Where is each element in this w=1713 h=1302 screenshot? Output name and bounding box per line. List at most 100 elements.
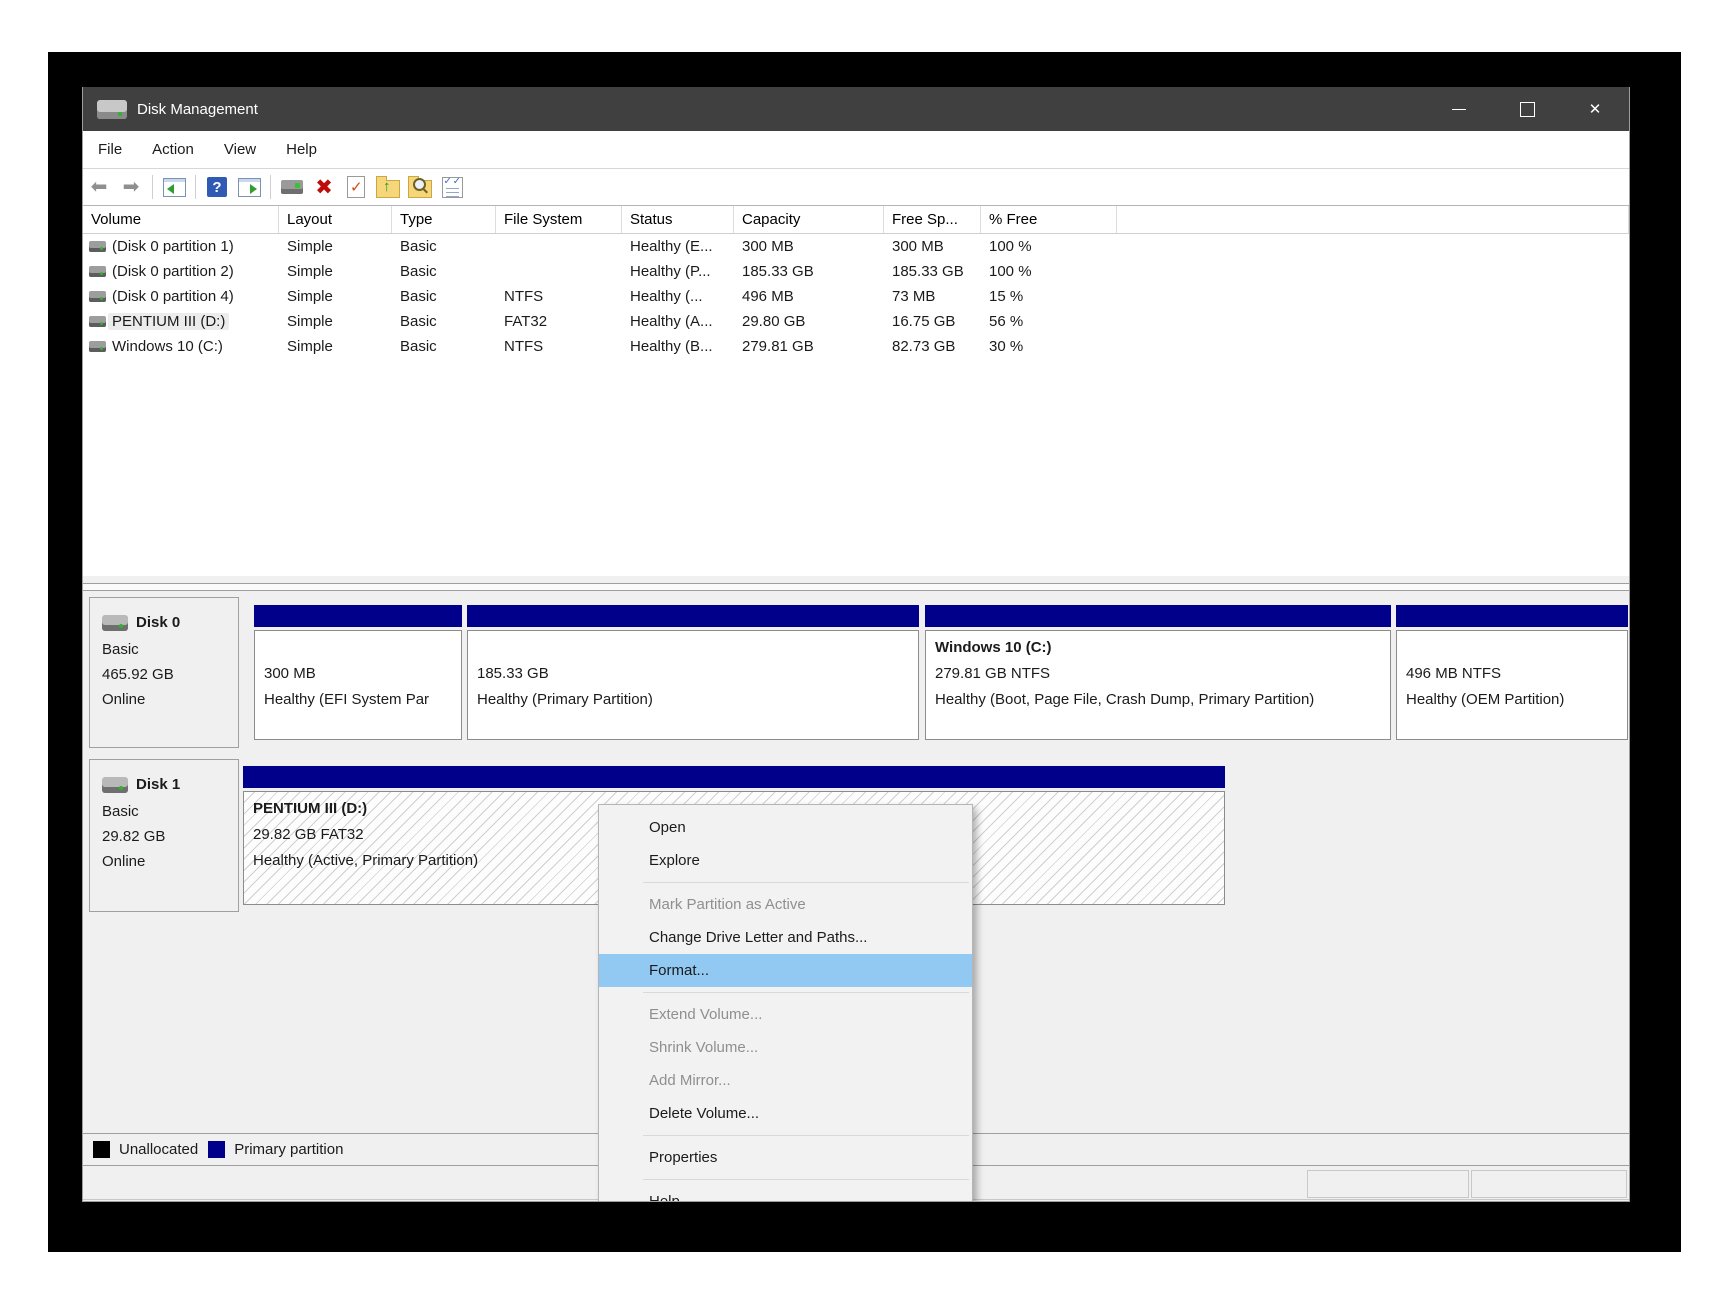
cell-file-system: FAT32 [496, 309, 622, 334]
context-menu-item-add-mirror: Add Mirror... [599, 1064, 972, 1097]
disk-size: 465.92 GB [102, 662, 238, 687]
cell-pct-free: 56 % [981, 309, 1117, 334]
partition-color-bar [467, 605, 919, 627]
show-action-pane-icon[interactable] [233, 172, 265, 202]
cell-file-system: NTFS [496, 284, 622, 309]
context-menu-item-help[interactable]: Help [599, 1185, 972, 1202]
cell-status: Healthy (P... [622, 259, 734, 284]
title-bar[interactable]: Disk Management ✕ [83, 87, 1629, 131]
verify-document-icon[interactable] [340, 172, 372, 202]
partition-windows-c[interactable]: Windows 10 (C:) 279.81 GB NTFS Healthy (… [925, 605, 1391, 740]
disk-management-app-icon [97, 100, 127, 119]
volume-icon [89, 241, 106, 252]
context-menu-item-change-drive-letter[interactable]: Change Drive Letter and Paths... [599, 921, 972, 954]
pane-splitter[interactable] [83, 583, 1629, 591]
menu-file[interactable]: File [83, 131, 137, 168]
context-menu-item-properties[interactable]: Properties [599, 1141, 972, 1174]
remote-computer-icon[interactable] [276, 172, 308, 202]
close-button[interactable]: ✕ [1561, 87, 1629, 131]
disk-kind: Basic [102, 637, 238, 662]
cell-status: Healthy (... [622, 284, 734, 309]
volume-icon [89, 316, 106, 327]
context-menu-item-format[interactable]: Format... [599, 954, 972, 987]
menu-action[interactable]: Action [137, 131, 209, 168]
cell-capacity: 29.80 GB [734, 309, 884, 334]
partition-color-bar [254, 605, 462, 627]
legend-label: Unallocated [119, 1141, 198, 1158]
maximize-button[interactable] [1493, 87, 1561, 131]
cell-free-space: 73 MB [884, 284, 981, 309]
column-header-type[interactable]: Type [392, 206, 496, 233]
cell-type: Basic [392, 259, 496, 284]
unallocated-swatch [93, 1141, 110, 1158]
column-header-pct-free[interactable]: % Free [981, 206, 1117, 233]
column-header-volume[interactable]: Volume [83, 206, 279, 233]
context-menu-separator [643, 1179, 969, 1180]
partition-recovery[interactable]: 185.33 GB Healthy (Primary Partition) [467, 605, 919, 740]
cell-pct-free: 30 % [981, 334, 1117, 359]
context-menu-item-delete-volume[interactable]: Delete Volume... [599, 1097, 972, 1130]
cell-layout: Simple [279, 309, 392, 334]
partition-oem[interactable]: 496 MB NTFS Healthy (OEM Partition) [1396, 605, 1628, 740]
context-menu-item-open[interactable]: Open [599, 811, 972, 844]
table-row-selected[interactable]: PENTIUM III (D:) Simple Basic FAT32 Heal… [83, 309, 1629, 334]
partition-title [264, 635, 452, 661]
cell-layout: Simple [279, 259, 392, 284]
back-arrow-icon[interactable]: ⬅ [83, 172, 115, 202]
partition-efi[interactable]: 300 MB Healthy (EFI System Par [254, 605, 462, 740]
cell-layout: Simple [279, 234, 392, 259]
toolbar: ⬅ ➡ ? ✖ ↑ [83, 168, 1629, 205]
partition-color-bar [925, 605, 1391, 627]
context-menu-item-explore[interactable]: Explore [599, 844, 972, 877]
table-row[interactable]: Windows 10 (C:) Simple Basic NTFS Health… [83, 334, 1629, 359]
cell-pct-free: 100 % [981, 234, 1117, 259]
menu-help[interactable]: Help [271, 131, 332, 168]
table-row[interactable]: (Disk 0 partition 4) Simple Basic NTFS H… [83, 284, 1629, 309]
cell-type: Basic [392, 334, 496, 359]
table-row[interactable]: (Disk 0 partition 1) Simple Basic Health… [83, 234, 1629, 259]
volume-list: Volume Layout Type File System Status Ca… [83, 205, 1629, 576]
cell-type: Basic [392, 284, 496, 309]
column-header-empty [1117, 206, 1629, 233]
disk0-label-panel[interactable]: Disk 0 Basic 465.92 GB Online [89, 597, 239, 748]
menu-view[interactable]: View [209, 131, 271, 168]
column-header-status[interactable]: Status [622, 206, 734, 233]
partition-health: Healthy (OEM Partition) [1406, 687, 1618, 713]
partition-title: Windows 10 (C:) [935, 635, 1381, 661]
volume-list-header: Volume Layout Type File System Status Ca… [83, 206, 1629, 234]
cell-file-system [496, 234, 622, 259]
minimize-button[interactable] [1425, 87, 1493, 131]
help-icon[interactable]: ? [201, 172, 233, 202]
volume-icon [89, 266, 106, 277]
table-row[interactable]: (Disk 0 partition 2) Simple Basic Health… [83, 259, 1629, 284]
column-header-file-system[interactable]: File System [496, 206, 622, 233]
forward-arrow-icon[interactable]: ➡ [115, 172, 147, 202]
cell-capacity: 300 MB [734, 234, 884, 259]
explore-folder-icon[interactable] [404, 172, 436, 202]
cell-free-space: 300 MB [884, 234, 981, 259]
window-title: Disk Management [137, 101, 258, 118]
properties-list-icon[interactable] [436, 172, 468, 202]
open-folder-icon[interactable]: ↑ [372, 172, 404, 202]
delete-volume-icon[interactable]: ✖ [308, 172, 340, 202]
show-console-tree-icon[interactable] [158, 172, 190, 202]
context-menu-separator [643, 882, 969, 883]
column-header-free-space[interactable]: Free Sp... [884, 206, 981, 233]
disk1-label-panel[interactable]: Disk 1 Basic 29.82 GB Online [89, 759, 239, 912]
cell-pct-free: 100 % [981, 259, 1117, 284]
cell-status: Healthy (B... [622, 334, 734, 359]
context-menu-item-shrink-volume: Shrink Volume... [599, 1031, 972, 1064]
cell-type: Basic [392, 309, 496, 334]
column-header-layout[interactable]: Layout [279, 206, 392, 233]
volume-name: Windows 10 (C:) [112, 338, 223, 355]
context-menu-item-mark-partition-active: Mark Partition as Active [599, 888, 972, 921]
toolbar-separator [195, 175, 196, 199]
volume-icon [89, 291, 106, 302]
column-header-capacity[interactable]: Capacity [734, 206, 884, 233]
status-pane [1307, 1170, 1469, 1198]
partition-health: Healthy (Primary Partition) [477, 687, 909, 713]
legend-unallocated: Unallocated [93, 1141, 198, 1158]
disk-name: Disk 0 [136, 610, 180, 635]
context-menu-separator [643, 1135, 969, 1136]
partition-color-bar [243, 766, 1225, 788]
